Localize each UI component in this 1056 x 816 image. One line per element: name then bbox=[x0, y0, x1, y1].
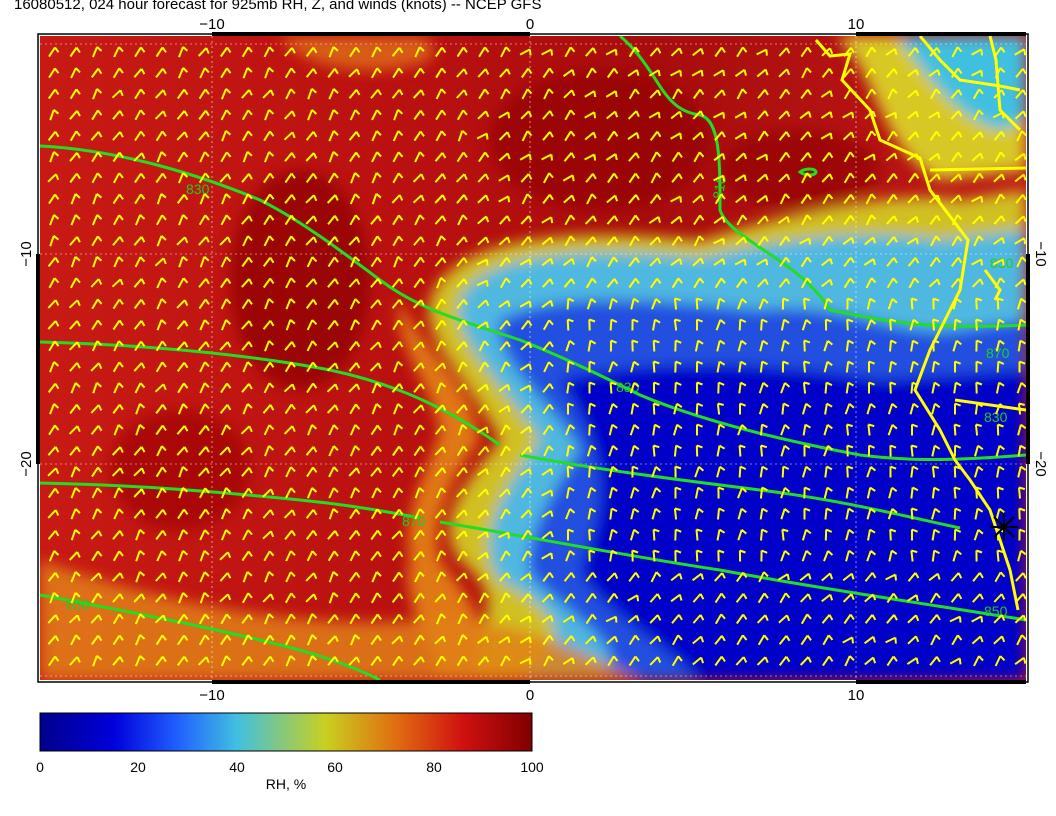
rh-field: 830 830 870 850 810 830 870 850 830 bbox=[40, 36, 1026, 680]
colorbar-tick: 0 bbox=[36, 759, 44, 775]
colorbar-tick: 40 bbox=[229, 759, 245, 775]
lon-tick-bottom: 10 bbox=[848, 687, 865, 704]
colorbar-tick: 100 bbox=[520, 759, 544, 775]
lat-tick-left: −10 bbox=[18, 241, 35, 266]
lon-tick-bottom: 0 bbox=[526, 687, 534, 704]
svg-text:830: 830 bbox=[984, 409, 1008, 425]
lon-tick-top: −10 bbox=[199, 16, 224, 33]
lon-tick-top: 0 bbox=[526, 16, 534, 33]
svg-text:870: 870 bbox=[402, 513, 426, 529]
svg-text:830: 830 bbox=[616, 379, 640, 395]
star-icon bbox=[990, 513, 1018, 541]
lat-tick-left: −20 bbox=[18, 451, 35, 476]
svg-text:850: 850 bbox=[66, 596, 90, 612]
lon-tick-top: 10 bbox=[848, 16, 865, 33]
colorbar-tick: 80 bbox=[426, 759, 442, 775]
svg-text:850: 850 bbox=[984, 603, 1008, 619]
lon-tick-bottom: −10 bbox=[199, 687, 224, 704]
lat-tick-right: −20 bbox=[1032, 451, 1049, 476]
lat-tick-right: −10 bbox=[1032, 241, 1049, 266]
svg-text:830: 830 bbox=[990, 255, 1014, 271]
colorbar-tick: 20 bbox=[130, 759, 146, 775]
forecast-map: 830 830 870 850 810 830 870 850 830 −10 … bbox=[18, 16, 1049, 752]
colorbar-tick: 60 bbox=[327, 759, 343, 775]
colorbar bbox=[39, 712, 533, 752]
colorbar-label: RH, % bbox=[265, 776, 307, 792]
